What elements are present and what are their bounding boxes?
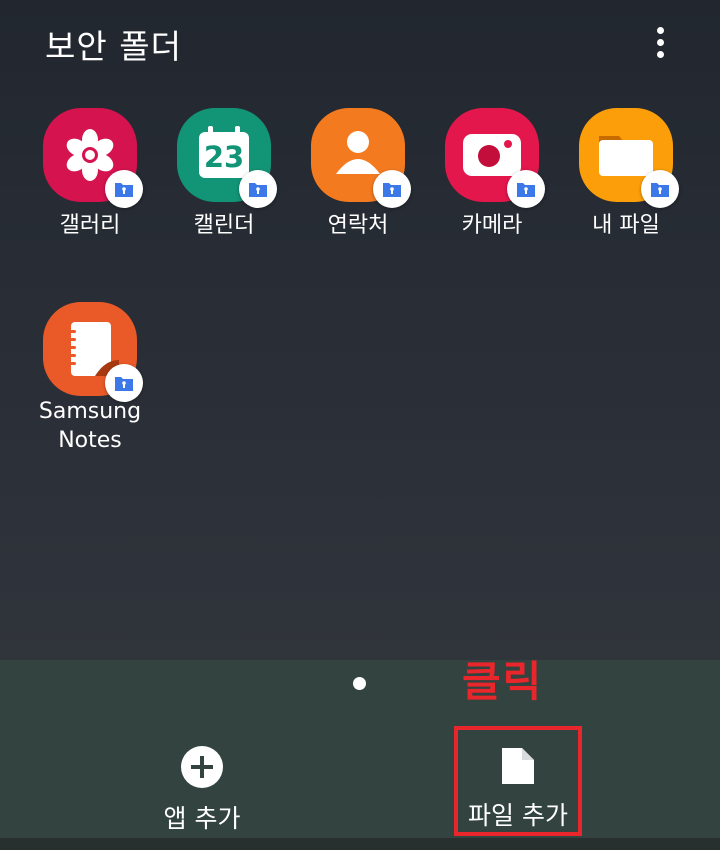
calendar-icon: 23 <box>177 108 277 208</box>
app-label: 카메라 <box>461 213 523 238</box>
click-annotation: 클릭 <box>462 657 544 706</box>
app-label: 갤러리 <box>59 213 121 238</box>
contacts-icon <box>311 108 411 208</box>
app-label: Samsung Notes <box>38 399 142 453</box>
page-title: 보안 폴더 <box>45 27 182 66</box>
my-files-icon <box>579 108 679 208</box>
secure-folder-badge-icon <box>507 170 545 208</box>
add-app-button[interactable]: 앱 추가 <box>142 745 262 835</box>
app-label: 캘린더 <box>193 213 255 238</box>
page-indicator <box>353 677 366 690</box>
more-options-icon[interactable] <box>640 20 680 64</box>
secure-folder-badge-icon <box>641 170 679 208</box>
highlight-box <box>454 726 582 836</box>
gallery-icon <box>43 108 143 208</box>
calendar-date: 23 <box>203 140 245 174</box>
camera-icon <box>445 108 545 208</box>
secure-folder-badge-icon <box>105 364 143 402</box>
plus-circle-icon <box>181 746 223 788</box>
add-app-label: 앱 추가 <box>163 804 241 833</box>
app-gallery[interactable]: 갤러리 <box>25 108 155 241</box>
app-my-files[interactable]: 내 파일 <box>561 108 691 241</box>
app-contacts[interactable]: 연락처 <box>293 108 423 241</box>
secure-folder-badge-icon <box>373 170 411 208</box>
app-calendar[interactable]: 23 캘린더 <box>159 108 289 241</box>
app-label: 연락처 <box>327 213 389 238</box>
samsung-notes-icon <box>43 302 143 402</box>
app-camera[interactable]: 카메라 <box>427 108 557 241</box>
secure-folder-badge-icon <box>105 170 143 208</box>
dock-bottom-strip <box>0 838 720 850</box>
app-label: 내 파일 <box>592 213 660 238</box>
secure-folder-badge-icon <box>239 170 277 208</box>
app-samsung-notes[interactable]: Samsung Notes <box>25 302 155 455</box>
